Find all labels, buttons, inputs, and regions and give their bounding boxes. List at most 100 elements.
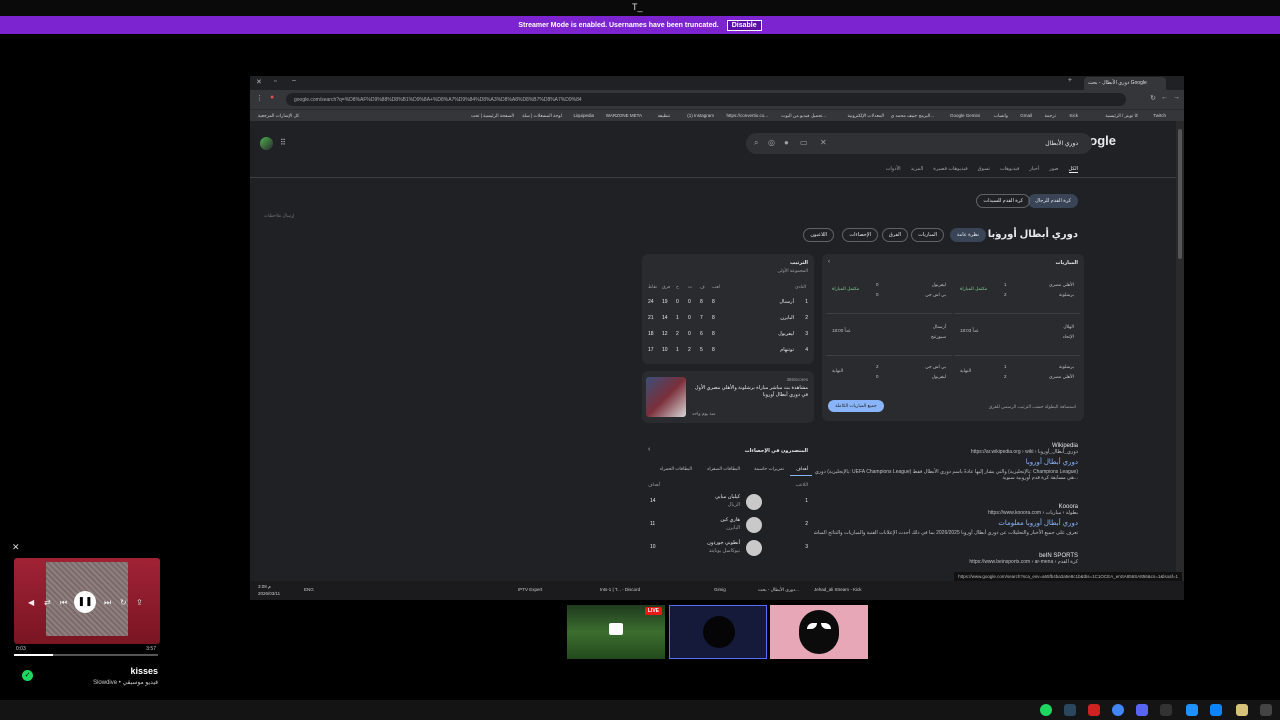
app-icon[interactable] [1160,704,1172,716]
bookmark-item[interactable]: تحميل فيديو من اليوت... [781,113,826,119]
bookmark-item[interactable]: https://convertio.co... [726,113,768,118]
bookmark-item[interactable]: البرمج جنيف محمد ي... [891,113,934,119]
news-card[interactable]: 365Scores مشاهدة بث مباشر مباراة برشلونة… [642,371,814,423]
stream-thumbnail-avatar-venom[interactable] [770,605,868,659]
taskbar-app-kick[interactable]: Jehad_ali Stream - Kick [814,587,862,592]
result-title[interactable]: دوري أبطال أوروبا [788,458,1078,466]
search-input[interactable]: دوري الأبطال ⌕ ◎ ● ▭ ✕ [746,133,1092,154]
scrollbar-thumb[interactable] [1178,129,1182,259]
bookmark-item[interactable]: Google Gemini [950,113,980,118]
search-result[interactable]: Wikipedia https://ar.wikipedia.org › wik… [788,443,1078,481]
bookmark-item[interactable]: المعدلات الإلكترونية [847,113,884,119]
all-matches-button[interactable]: جميع المباريات الكاملة [828,400,884,412]
apps-grid-icon[interactable]: ⠿ [280,138,286,147]
stats-tab-yellow[interactable]: البطاقات الصفراء [707,466,740,472]
previous-icon[interactable]: ⏮ [60,598,67,608]
restore-icon[interactable]: ▫ [274,78,276,85]
match-item[interactable]: أرسنال سبورتنج 18:00 غداً [826,318,952,356]
tab-more[interactable]: المزيد [911,166,924,173]
bookmark-item[interactable]: تنظيفة [658,113,670,119]
pill-overview[interactable]: نظرة عامة [949,228,986,242]
match-item[interactable]: ليفربول بي اس جي 0 0 مكتمل المباراة [826,276,952,314]
saved-check-icon[interactable]: ✓ [22,670,33,681]
pill-matches[interactable]: المباريات [911,228,944,242]
bookmark-item[interactable]: لوحة المشغلات | سلة [522,113,562,119]
chip-womens-football[interactable]: كرة القدم للسيدات [976,194,1030,208]
search-result[interactable]: beIN SPORTS https://www.beinsports.com ›… [788,553,1078,565]
shuffle-icon[interactable]: ⇄ [44,598,51,607]
repeat-icon[interactable]: ↻ [120,598,127,607]
url-input[interactable]: google.com/search?q=%D8%AF%D9%88%D8%B1%D… [286,93,1126,106]
stats-row[interactable]: 1 كيليان مبابي الريال 14 [642,492,814,512]
taskbar-app-discord[interactable]: Ints-1 | T... - Discord [600,587,640,592]
match-item[interactable]: الهلال الإتحاد 18:03 غداً [954,318,1080,356]
lens-icon[interactable]: ◎ [768,138,775,147]
extension-icon[interactable]: ● [270,94,274,101]
share-icon[interactable]: ⇪ [136,598,143,607]
search-icon[interactable]: ⌕ [754,138,758,148]
tab-shopping[interactable]: تسوق [978,166,990,173]
keyboard-icon[interactable]: ▭ [800,138,808,147]
stream-thumbnail-avatar-dark[interactable] [669,605,767,659]
bookmark-item[interactable]: Kick [1069,113,1078,118]
feedback-link[interactable]: إرسال ملاحظات [264,213,294,219]
stats-row[interactable]: 2 هاري كين البايرن 11 [642,515,814,535]
reload-icon[interactable]: ↻ [1150,94,1156,102]
forward-icon[interactable]: → [1173,94,1180,101]
stats-tab-goals[interactable]: أهداف [796,466,808,472]
chrome-icon[interactable] [1112,704,1124,716]
bookmark-item[interactable]: ترجمة [1044,113,1056,119]
volume-icon[interactable]: ◀ [28,598,34,607]
progress-bar[interactable] [14,654,158,656]
stats-tab-assists[interactable]: تمريرات حاسمة [754,466,784,472]
tab-tools[interactable]: الأدوات [886,166,901,173]
menu-icon[interactable]: ⋮ [256,94,263,102]
mic-icon[interactable]: ● [784,138,789,147]
tab-all[interactable]: الكل [1068,166,1078,173]
close-icon[interactable]: ✕ [256,78,262,86]
language-indicator[interactable]: ENG [304,587,314,592]
more-options-icon[interactable]: ⋮ [993,231,1000,239]
standings-row[interactable]: 1 أرسنال 8 8 0 0 19 24 [648,296,808,310]
back-icon[interactable]: ← [1161,94,1168,101]
standings-row[interactable]: 3 ليفربول 8 6 0 2 12 18 [648,328,808,342]
scrollbar[interactable] [1176,121,1184,590]
chip-mens-football[interactable]: كرة القدم للرجال [1028,194,1078,208]
bookmark-all[interactable]: كل الإشارات المرجعية [258,113,299,119]
tab-news[interactable]: أخبار [1029,166,1039,173]
new-tab-icon[interactable]: + [1068,77,1072,84]
tab-google-search[interactable]: دوري الأبطال - بحث Google [1084,77,1166,90]
search-result[interactable]: Kooora https://www.kooora.com › بطولة › … [788,504,1078,536]
chevron-left-icon[interactable]: ‹ [828,259,830,265]
tab-images[interactable]: صور [1049,166,1058,173]
close-icon[interactable]: ✕ [12,542,20,553]
bookmark-item[interactable]: واتساب [994,113,1008,119]
pill-teams[interactable]: الفرق [881,228,908,242]
minimize-icon[interactable]: – [292,77,296,84]
clear-icon[interactable]: ✕ [820,138,827,147]
tab-videos[interactable]: فيديوهات [1000,166,1019,173]
stream-thumbnail-gameplay[interactable]: LIVE [567,605,665,659]
app-icon[interactable] [1210,704,1222,716]
folder-icon[interactable] [1236,704,1248,716]
app-icon[interactable] [1088,704,1100,716]
pill-players[interactable]: اللاعبون [803,228,834,242]
match-item[interactable]: برشلونة الأهلي مصري 1 2 النهاية [954,360,1080,390]
bookmark-item[interactable]: الصفحة الرئيسية | تحت [471,113,514,119]
bookmark-item[interactable]: كا تويتر / الرئيسية [1105,113,1138,119]
pause-button[interactable]: ❚❚ [74,591,96,613]
pill-stats[interactable]: الإحصاءات [842,228,878,242]
standings-subtitle[interactable]: المجموعة الأولى [777,268,808,274]
spotify-icon[interactable] [1040,704,1052,716]
bookmark-item[interactable]: Gmail [1020,113,1032,118]
match-item[interactable]: الأهلي مصري برشلونة 1 2 مكتمل المباراة [954,276,1080,314]
next-icon[interactable]: ⏭ [104,598,111,608]
tab-short-videos[interactable]: فيديوهات قصيرة [933,166,967,173]
app-icon[interactable] [1260,704,1272,716]
bookmark-item[interactable]: (1) Instagram [687,113,714,118]
taskbar-app-iptv[interactable]: IPTV Expert [518,587,542,592]
avatar[interactable] [260,137,273,150]
stats-tab-red[interactable]: البطاقات الحمراء [660,466,692,472]
standings-row[interactable]: 4 توتنهام 8 5 2 1 10 17 [648,344,808,358]
match-item[interactable]: بي اس جي ليفربول 2 0 النهاية [826,360,952,390]
